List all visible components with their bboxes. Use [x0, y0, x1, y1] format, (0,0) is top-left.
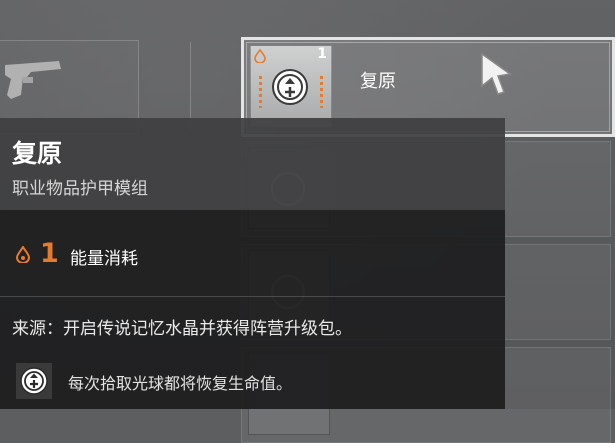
mod-thumbnail: 1 — [250, 45, 332, 127]
energy-cost-label: 能量消耗 — [70, 249, 138, 269]
tooltip-title: 复原 — [12, 139, 63, 168]
mod-tooltip: 复原 职业物品护甲模组 1 能量消耗 来源：开启传说记忆水晶并获得阵营升级包。 … — [0, 118, 505, 409]
cursor-icon — [481, 52, 512, 95]
source-text: 来源：开启传说记忆水晶并获得阵营升级包。 — [12, 319, 352, 339]
restore-orb-icon — [272, 69, 308, 105]
tooltip-body: 1 能量消耗 来源：开启传说记忆水晶并获得阵营升级包。 每次拾取光球都将恢复生命… — [0, 210, 505, 409]
energy-drop-icon — [16, 246, 30, 263]
orange-marks — [259, 76, 262, 108]
tooltip-header: 复原 职业物品护甲模组 — [0, 118, 505, 210]
mod-cost: 1 — [317, 46, 327, 62]
divider — [0, 296, 505, 297]
energy-drop-icon — [254, 49, 266, 63]
mod-name: 复原 — [360, 71, 396, 92]
pistol-icon — [5, 61, 61, 99]
perk-row: 每次拾取光球都将恢复生命值。 — [16, 359, 496, 399]
tooltip-subtitle: 职业物品护甲模组 — [12, 179, 148, 199]
orange-marks — [320, 76, 323, 108]
perk-description: 每次拾取光球都将恢复生命值。 — [68, 374, 293, 393]
restore-orb-icon — [16, 363, 52, 399]
energy-cost-row: 1 能量消耗 — [0, 210, 505, 296]
energy-cost-value: 1 — [40, 238, 59, 269]
